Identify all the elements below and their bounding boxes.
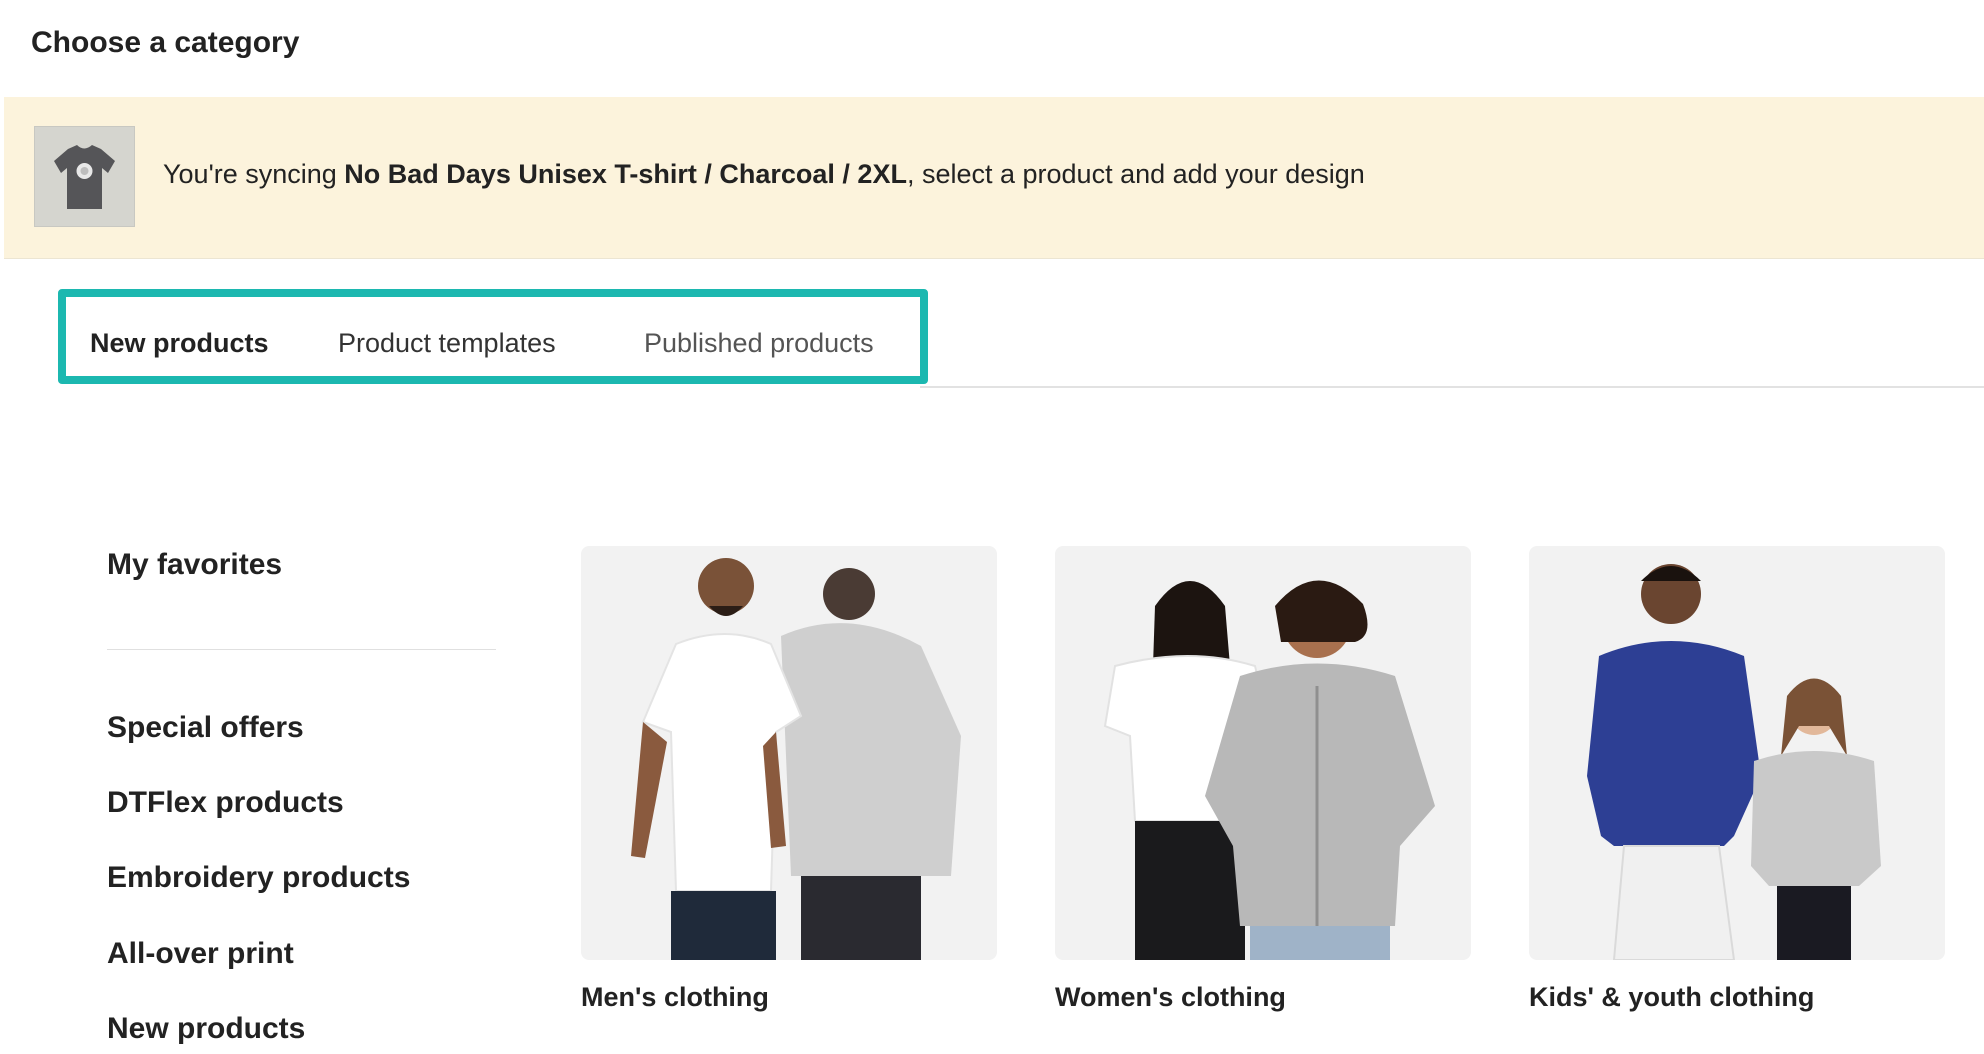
women-clothing-photo	[1055, 546, 1471, 960]
category-label: Women's clothing	[1055, 982, 1286, 1012]
sync-message: You're syncing No Bad Days Unisex T-shir…	[163, 159, 1365, 190]
sidebar-item-embroidery-products[interactable]: Embroidery products	[107, 861, 410, 895]
sidebar-item-dtflex-products[interactable]: DTFlex products	[107, 786, 344, 820]
page-title: Choose a category	[31, 26, 300, 59]
sync-product-name: No Bad Days Unisex T-shirt / Charcoal / …	[344, 159, 907, 189]
category-card-womens-clothing[interactable]: Women's clothing	[1055, 546, 1471, 1013]
tab-new-products[interactable]: New products	[90, 328, 269, 359]
kids-clothing-photo	[1529, 546, 1945, 960]
tabs-underline	[920, 386, 1984, 388]
sidebar-item-my-favorites[interactable]: My favorites	[107, 548, 282, 582]
sync-prefix: You're syncing	[163, 159, 345, 189]
sidebar-item-special-offers[interactable]: Special offers	[107, 711, 304, 745]
tab-product-templates[interactable]: Product templates	[338, 328, 556, 359]
men-clothing-photo	[581, 546, 997, 960]
sync-banner: You're syncing No Bad Days Unisex T-shir…	[4, 97, 1984, 259]
category-card-mens-clothing[interactable]: Men's clothing	[581, 546, 997, 1013]
category-card-kids-youth-clothing[interactable]: Kids' & youth clothing	[1529, 546, 1945, 1013]
sidebar-item-all-over-print[interactable]: All-over print	[107, 937, 294, 971]
sync-suffix: , select a product and add your design	[906, 159, 1365, 189]
category-label: Kids' & youth clothing	[1529, 982, 1815, 1012]
page: Choose a category You're syncing No Bad …	[0, 0, 1984, 1054]
tabs-bar: New products Product templates Published…	[0, 258, 1984, 388]
tab-published-products[interactable]: Published products	[644, 328, 874, 359]
sidebar-divider	[107, 649, 496, 650]
category-label: Men's clothing	[581, 982, 769, 1012]
sidebar-item-new-products[interactable]: New products	[107, 1012, 305, 1046]
t-shirt-thumbnail-icon	[34, 126, 135, 227]
